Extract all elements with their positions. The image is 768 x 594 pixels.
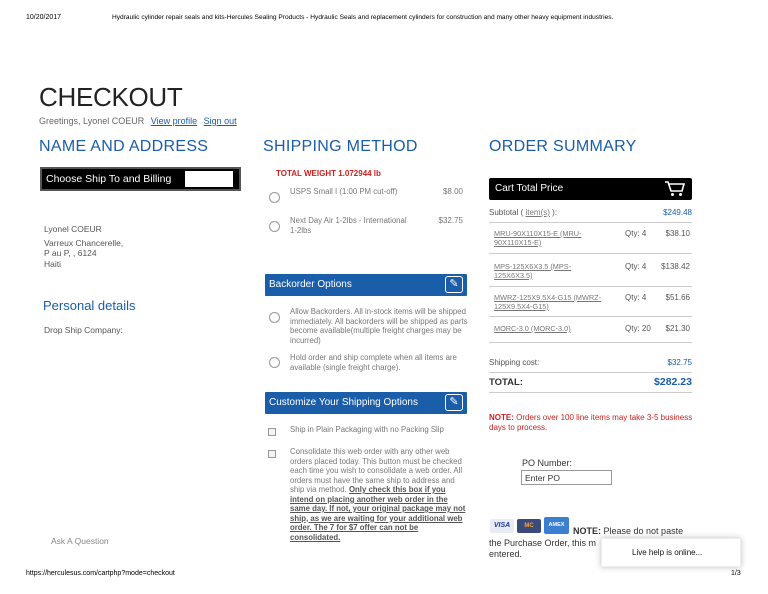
greeting: Greetings, Lyonel COEUR View profile Sig… [39, 116, 237, 126]
cart-item-name[interactable]: MWRZ-125X9.5X4-G15 (MWRZ-125X9.5X4-G15) [494, 293, 616, 311]
shipping-option-label: USPS Small I (1:00 PM cut-off) [290, 187, 398, 196]
edit-icon: ✎ [445, 276, 463, 293]
cart-item-name[interactable]: MRU-90X110X15-E (MRU-90X110X15-E) [494, 229, 604, 247]
order-note: NOTE: Orders over 100 line items may tak… [489, 413, 695, 433]
divider [489, 342, 692, 343]
shipping-cost-value: $32.75 [667, 358, 692, 367]
divider [489, 392, 692, 393]
order-summary-heading: ORDER SUMMARY [489, 138, 637, 155]
divider [489, 222, 692, 223]
backorder-options-bar: Backorder Options ✎ [265, 274, 467, 296]
view-profile-link[interactable]: View profile [151, 116, 197, 126]
subtotal-prefix: Subtotal ( [489, 208, 524, 217]
backorder-options-title: Backorder Options [269, 279, 352, 290]
live-help-label: Live help is online... [632, 548, 703, 557]
plain-packaging-checkbox[interactable] [268, 428, 276, 436]
cart-item-price: $38.10 [665, 229, 690, 238]
cart-item-name[interactable]: MPS-125X6X3.5 (MPS-125X6X3.5) [494, 262, 604, 280]
sign-out-link[interactable]: Sign out [204, 116, 237, 126]
subtotal-value: $249.48 [663, 208, 692, 217]
consolidate-text: Consolidate this web order with any othe… [290, 447, 468, 542]
total-weight: TOTAL WEIGHT 1.072944 lb [276, 169, 381, 178]
cart-total-bar: Cart Total Price [489, 178, 692, 200]
choose-ship-billing-label: Choose Ship To and Billing [46, 173, 172, 185]
drop-ship-label: Drop Ship Company: [44, 325, 123, 335]
divider [489, 372, 692, 373]
edit-icon: ✎ [445, 394, 463, 411]
order-note-label: NOTE: [489, 413, 514, 422]
backorder-hold-label: Hold order and ship complete when all it… [290, 353, 457, 372]
page-title: CHECKOUT [39, 82, 183, 112]
print-page-number: 1/3 [731, 570, 741, 577]
choose-ship-billing-button[interactable]: Choose Ship To and Billing [40, 167, 241, 191]
print-date: 10/20/2017 [26, 14, 62, 21]
cart-item-price: $51.66 [665, 293, 690, 302]
plain-packaging-label: Ship in Plain Packaging with no Packing … [290, 425, 444, 434]
ask-question-link[interactable]: Ask A Question [51, 536, 109, 546]
divider [489, 316, 692, 317]
cart-item-qty: Qty: 20 [625, 324, 651, 333]
shipping-option-radio[interactable] [269, 221, 280, 232]
cart-item-name[interactable]: MORC-3.0 (MORC-3.0) [494, 324, 604, 333]
customize-shipping-bar: Customize Your Shipping Options ✎ [265, 392, 467, 414]
cart-item-price: $138.42 [661, 262, 690, 271]
subtotal-suffix: ): [552, 208, 558, 217]
cart-item-price: $21.30 [665, 324, 690, 333]
address-block: Lyonel COEUR Varreux Chancerelle, P au P… [44, 224, 123, 269]
personal-details-heading: Personal details [43, 298, 136, 313]
backorder-allow-label: Allow Backorders. All in-stock items wil… [290, 307, 468, 345]
payment-note-text: Please do not paste [603, 526, 684, 536]
payment-note-line3: entered. [489, 549, 523, 559]
greeting-text: Greetings, Lyonel COEUR [39, 116, 145, 126]
print-url: https://herculesus.com/cartphp?mode=chec… [26, 570, 175, 577]
address-line: P au P, , 6124 [44, 248, 97, 258]
amex-card-icon: AMEX [544, 517, 569, 534]
payment-note: NOTE: Please do not paste [573, 526, 683, 536]
cart-total-title: Cart Total Price [495, 183, 564, 194]
shipping-option-label: Next Day Air 1-2lbs - International 1-2l… [290, 216, 407, 235]
live-help-chat-button[interactable]: Live help is online... [601, 538, 741, 567]
cart-icon [665, 181, 686, 196]
address-line: Haiti [44, 258, 62, 269]
cart-item-qty: Qty: 4 [625, 262, 647, 271]
shipping-option-price: $32.75 [438, 216, 463, 225]
order-note-text: Orders over 100 line items may take 3-5 … [489, 413, 693, 432]
shipping-method-heading: SHIPPING METHOD [263, 138, 418, 155]
shipping-option-radio[interactable] [269, 192, 280, 203]
total-value: $282.23 [654, 376, 692, 388]
customize-shipping-title: Customize Your Shipping Options [269, 397, 418, 408]
cart-item-qty: Qty: 4 [625, 229, 647, 238]
name-address-heading: NAME AND ADDRESS [39, 138, 209, 155]
address-line: Varreux Chancerelle, [44, 237, 124, 248]
shipping-option-price: $8.00 [442, 187, 463, 196]
print-title: Hydraulic cylinder repair seals and kits… [112, 14, 614, 21]
items-link[interactable]: item(s) [525, 208, 549, 217]
payment-note-line2: the Purchase Order, this m [489, 538, 597, 548]
visa-card-icon: VISA [490, 519, 514, 533]
payment-note-label: NOTE: [573, 526, 601, 536]
divider [489, 286, 692, 287]
choose-ship-billing-select[interactable] [185, 171, 233, 187]
address-line: Lyonel COEUR [44, 224, 102, 234]
backorder-hold-radio[interactable] [269, 357, 280, 368]
po-number-label: PO Number: [522, 458, 573, 468]
consolidate-checkbox[interactable] [268, 450, 276, 458]
shipping-cost-label: Shipping cost: [489, 358, 540, 367]
backorder-allow-radio[interactable] [269, 312, 280, 323]
cart-item-qty: Qty: 4 [625, 293, 647, 302]
total-label: TOTAL: [489, 377, 523, 388]
subtotal-label: Subtotal ( item(s) ): [489, 208, 557, 217]
divider [489, 253, 692, 254]
mastercard-icon: MC [517, 519, 541, 533]
po-number-input[interactable] [521, 470, 612, 485]
